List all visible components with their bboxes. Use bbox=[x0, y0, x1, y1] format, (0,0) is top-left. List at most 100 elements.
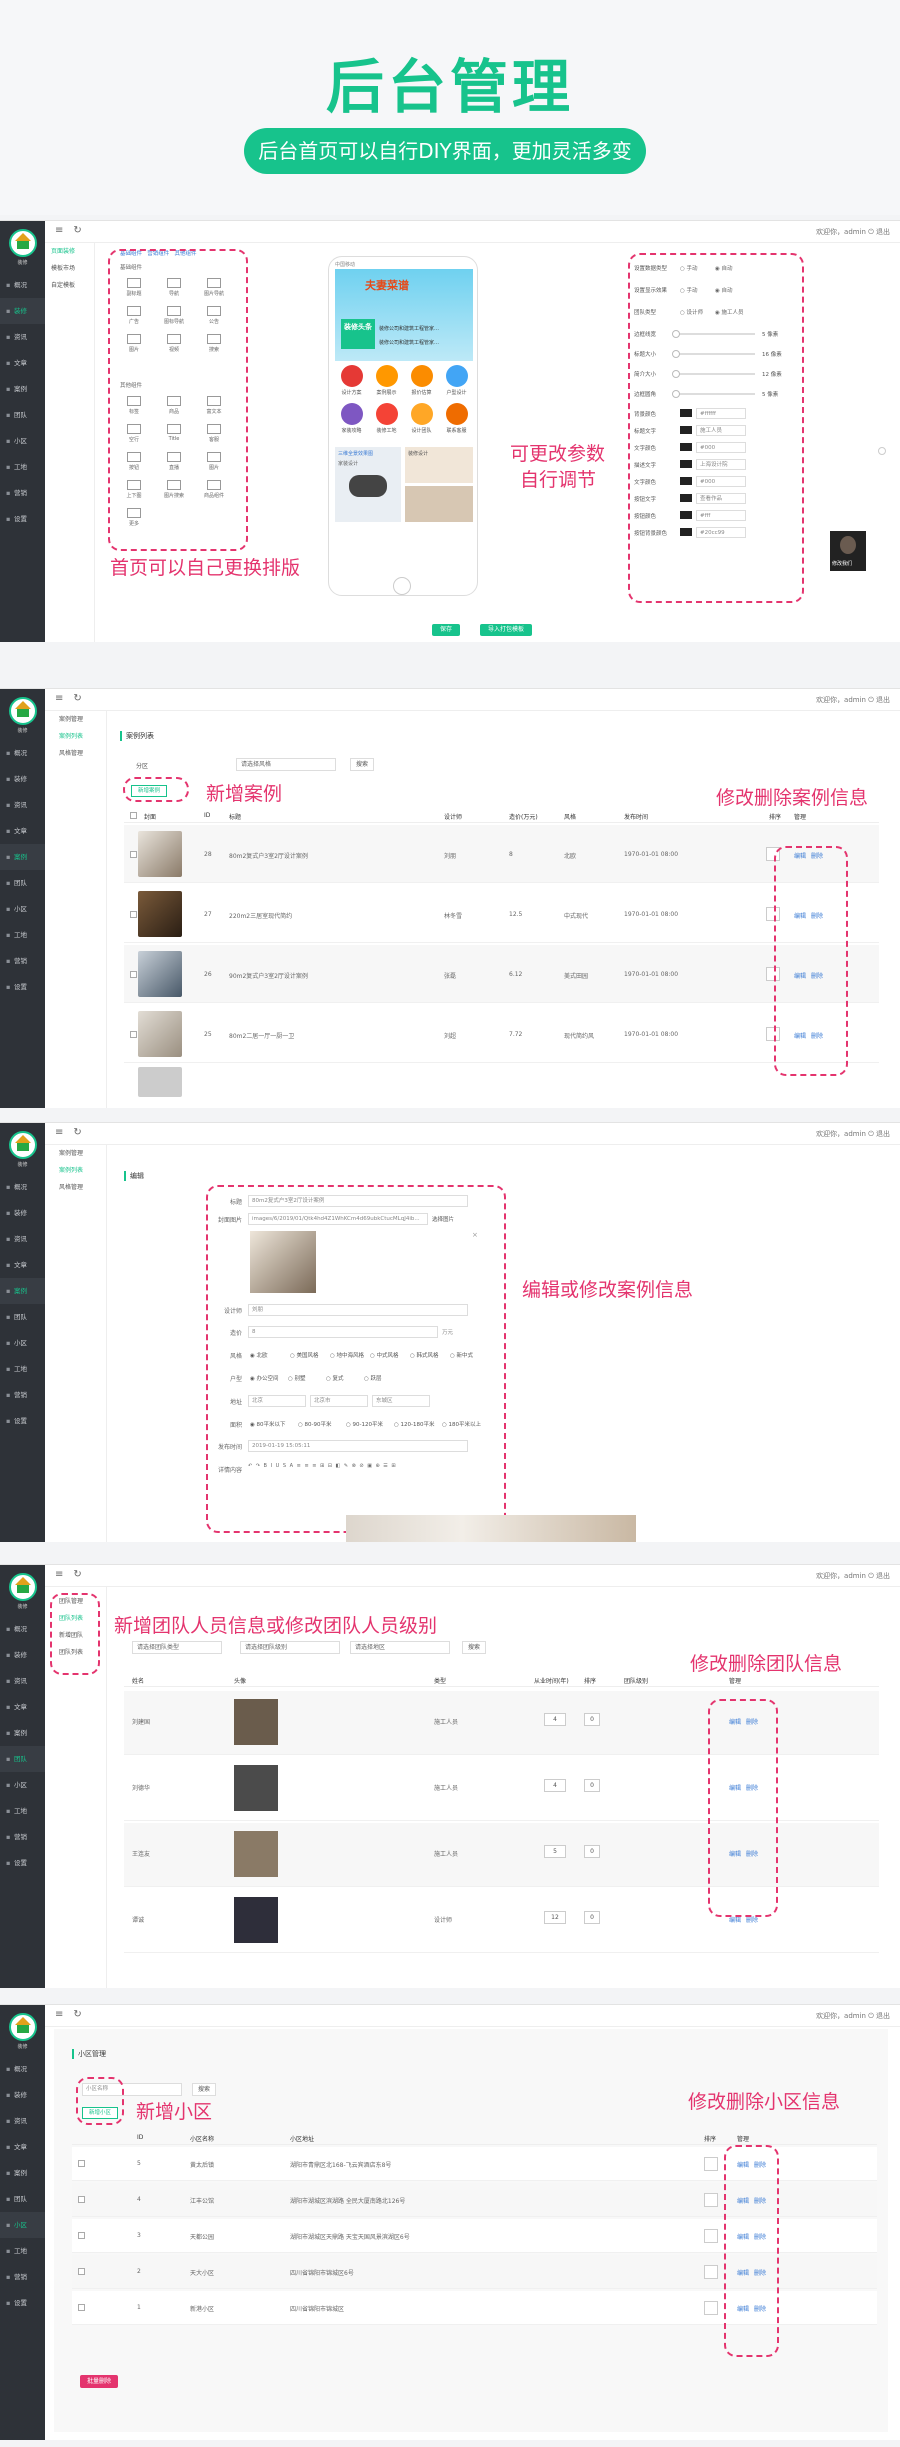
logout-link[interactable]: 退出 bbox=[876, 1572, 890, 1580]
nav-community[interactable]: ▪ 小区 bbox=[0, 428, 45, 454]
phone-nav-item[interactable]: 户型设计 bbox=[440, 365, 473, 396]
subnav-custom-template[interactable]: 自定模板 bbox=[45, 277, 94, 294]
rank-input[interactable]: 0 bbox=[584, 1779, 600, 1792]
nav-marketing[interactable]: ▪ 营销 bbox=[0, 948, 45, 974]
nav-settings[interactable]: ▪ 设置 bbox=[0, 506, 45, 532]
row-checkbox[interactable] bbox=[130, 1031, 137, 1038]
nav-site[interactable]: ▪ 工地 bbox=[0, 922, 45, 948]
row-checkbox[interactable] bbox=[78, 2196, 85, 2203]
phone-nav-item[interactable]: 联系客服 bbox=[440, 403, 473, 434]
select-all-checkbox[interactable] bbox=[130, 812, 137, 819]
edit-link[interactable]: 编辑 bbox=[729, 1917, 741, 1924]
nav-overview[interactable]: ▪ 概况 bbox=[0, 740, 45, 766]
subnav-case-list[interactable]: 案例列表 bbox=[45, 728, 106, 745]
nav-case[interactable]: ▪ 案例 bbox=[0, 1278, 45, 1304]
nav-marketing[interactable]: ▪ 营销 bbox=[0, 1824, 45, 1850]
nav-decor[interactable]: ▪ 装修 bbox=[0, 2082, 45, 2108]
scroll-handle[interactable] bbox=[878, 447, 886, 455]
sort-input[interactable] bbox=[704, 2265, 718, 2279]
nav-decor[interactable]: ▪ 装修 bbox=[0, 766, 45, 792]
nav-news[interactable]: ▪ 资讯 bbox=[0, 1226, 45, 1252]
batch-delete-button[interactable]: 批量删除 bbox=[80, 2375, 119, 2388]
row-checkbox[interactable] bbox=[130, 911, 137, 918]
nav-decor[interactable]: ▪ 装修 bbox=[0, 298, 45, 324]
nav-marketing[interactable]: ▪ 营销 bbox=[0, 2264, 45, 2290]
row-checkbox[interactable] bbox=[130, 971, 137, 978]
nav-community[interactable]: ▪ 小区 bbox=[0, 2212, 45, 2238]
logout-icon[interactable]: ⏻ bbox=[868, 1572, 874, 1580]
logout-icon[interactable]: ⏻ bbox=[868, 2012, 874, 2020]
menu-icon[interactable]: ≡ bbox=[55, 1569, 63, 1580]
subnav-template-market[interactable]: 模板市场 bbox=[45, 260, 94, 277]
phone-nav-item[interactable]: 装修工地 bbox=[370, 403, 403, 434]
rank-input[interactable]: 0 bbox=[584, 1713, 600, 1726]
row-checkbox[interactable] bbox=[78, 2268, 85, 2275]
menu-icon[interactable]: ≡ bbox=[55, 693, 63, 704]
nav-decor[interactable]: ▪ 装修 bbox=[0, 1642, 45, 1668]
nav-site[interactable]: ▪ 工地 bbox=[0, 2238, 45, 2264]
row-checkbox[interactable] bbox=[78, 2232, 85, 2239]
logout-link[interactable]: 退出 bbox=[876, 228, 890, 236]
menu-icon[interactable]: ≡ bbox=[55, 1127, 63, 1138]
nav-overview[interactable]: ▪ 概况 bbox=[0, 2056, 45, 2082]
nav-team[interactable]: ▪ 团队 bbox=[0, 1746, 45, 1772]
sort-input[interactable] bbox=[704, 2229, 718, 2243]
import-template-button[interactable]: 导入打包模板 bbox=[480, 624, 533, 636]
search-button[interactable]: 搜索 bbox=[192, 2083, 217, 2096]
search-button[interactable]: 搜索 bbox=[350, 758, 375, 771]
sort-input[interactable] bbox=[704, 2193, 718, 2207]
nav-settings[interactable]: ▪ 设置 bbox=[0, 974, 45, 1000]
refresh-icon[interactable]: ↻ bbox=[73, 1569, 81, 1580]
nav-news[interactable]: ▪ 资讯 bbox=[0, 792, 45, 818]
nav-team[interactable]: ▪ 团队 bbox=[0, 2186, 45, 2212]
nav-case[interactable]: ▪ 案例 bbox=[0, 376, 45, 402]
row-checkbox[interactable] bbox=[78, 2304, 85, 2311]
nav-article[interactable]: ▪ 文章 bbox=[0, 818, 45, 844]
menu-icon[interactable]: ≡ bbox=[55, 2009, 63, 2020]
delete-link[interactable]: 删除 bbox=[746, 1917, 758, 1924]
refresh-icon[interactable]: ↻ bbox=[73, 2009, 81, 2020]
rank-input[interactable]: 0 bbox=[584, 1845, 600, 1858]
phone-nav-item[interactable]: 案例展示 bbox=[370, 365, 403, 396]
refresh-icon[interactable]: ↻ bbox=[73, 225, 81, 236]
nav-settings[interactable]: ▪ 设置 bbox=[0, 1408, 45, 1434]
nav-news[interactable]: ▪ 资讯 bbox=[0, 1668, 45, 1694]
nav-news[interactable]: ▪ 资讯 bbox=[0, 324, 45, 350]
nav-news[interactable]: ▪ 资讯 bbox=[0, 2108, 45, 2134]
logout-link[interactable]: 退出 bbox=[876, 2012, 890, 2020]
nav-site[interactable]: ▪ 工地 bbox=[0, 1798, 45, 1824]
logout-icon[interactable]: ⏻ bbox=[868, 228, 874, 236]
nav-article[interactable]: ▪ 文章 bbox=[0, 350, 45, 376]
subnav-page-decor[interactable]: 页面装修 bbox=[45, 243, 94, 260]
subnav-style-manage[interactable]: 风格管理 bbox=[45, 1179, 106, 1196]
save-button[interactable]: 保存 bbox=[432, 624, 461, 636]
nav-overview[interactable]: ▪ 概况 bbox=[0, 272, 45, 298]
nav-team[interactable]: ▪ 团队 bbox=[0, 1304, 45, 1330]
nav-community[interactable]: ▪ 小区 bbox=[0, 1772, 45, 1798]
row-checkbox[interactable] bbox=[130, 851, 137, 858]
nav-community[interactable]: ▪ 小区 bbox=[0, 1330, 45, 1356]
search-button[interactable]: 搜索 bbox=[462, 1641, 487, 1654]
sort-input[interactable] bbox=[704, 2301, 718, 2315]
nav-decor[interactable]: ▪ 装修 bbox=[0, 1200, 45, 1226]
area-select[interactable]: 请选择地区 bbox=[350, 1641, 450, 1654]
nav-case[interactable]: ▪ 案例 bbox=[0, 844, 45, 870]
phone-nav-item[interactable]: 设计方案 bbox=[335, 365, 368, 396]
level-select[interactable]: 请选择团队级别 bbox=[240, 1641, 340, 1654]
nav-community[interactable]: ▪ 小区 bbox=[0, 896, 45, 922]
nav-team[interactable]: ▪ 团队 bbox=[0, 870, 45, 896]
style-select[interactable]: 请选择风格 bbox=[236, 758, 336, 771]
nav-settings[interactable]: ▪ 设置 bbox=[0, 2290, 45, 2316]
subnav-style-manage[interactable]: 风格管理 bbox=[45, 745, 106, 762]
nav-site[interactable]: ▪ 工地 bbox=[0, 1356, 45, 1382]
phone-nav-item[interactable]: 家装攻略 bbox=[335, 403, 368, 434]
nav-overview[interactable]: ▪ 概况 bbox=[0, 1174, 45, 1200]
years-input[interactable]: 5 bbox=[544, 1845, 566, 1858]
nav-site[interactable]: ▪ 工地 bbox=[0, 454, 45, 480]
nav-marketing[interactable]: ▪ 营销 bbox=[0, 1382, 45, 1408]
nav-article[interactable]: ▪ 文章 bbox=[0, 2134, 45, 2160]
years-input[interactable]: 4 bbox=[544, 1713, 566, 1726]
phone-nav-item[interactable]: 报价估算 bbox=[405, 365, 438, 396]
type-select[interactable]: 请选择团队类型 bbox=[132, 1641, 222, 1654]
sort-input[interactable] bbox=[704, 2157, 718, 2171]
